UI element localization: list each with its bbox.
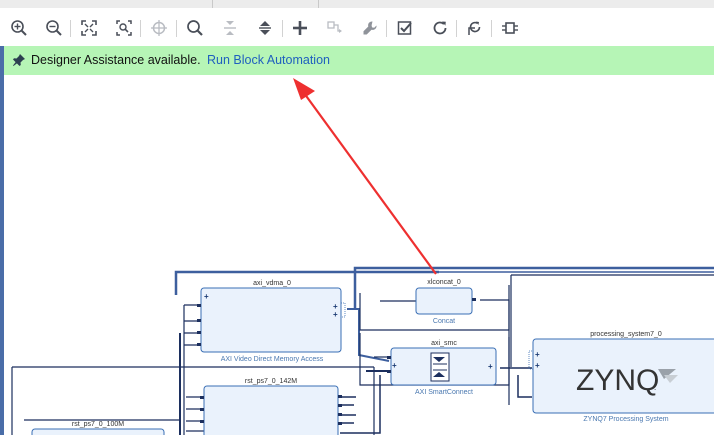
search-icon	[187, 20, 203, 36]
run-block-automation-link[interactable]: Run Block Automation	[207, 53, 330, 67]
refresh-icon	[433, 21, 447, 35]
vdma-block-title: axi_vdma_0	[253, 280, 291, 287]
document-tab-strip	[0, 0, 714, 8]
collapse-all-icon	[224, 21, 236, 35]
diagram-toolbar	[0, 8, 714, 47]
port	[338, 422, 342, 425]
regenerate-layout-button[interactable]	[464, 17, 486, 39]
block-diagram: axi_vdma_0 + + + AXI Video Direct Memory…	[11, 78, 714, 435]
make-connection-button[interactable]	[324, 17, 346, 39]
port	[528, 350, 534, 370]
add-ip-button[interactable]	[289, 17, 311, 39]
regenerate-layout-icon	[468, 21, 481, 35]
pin-marker: +	[204, 292, 209, 301]
toolbar-separator	[282, 20, 283, 37]
reset-142m-block[interactable]	[203, 385, 339, 435]
port	[340, 302, 346, 318]
port	[200, 408, 204, 411]
zoom-out-icon	[46, 20, 62, 36]
axi-vdma-block[interactable]	[200, 287, 342, 353]
toolbar-separator	[491, 20, 492, 37]
center-icon	[151, 20, 167, 36]
port	[197, 304, 201, 307]
pin-icon	[12, 53, 26, 72]
zoom-in-icon	[11, 20, 27, 36]
signal-wire	[186, 396, 204, 432]
pin-marker: +	[488, 362, 493, 371]
smc-block-title: axi_smc	[431, 340, 457, 347]
xlconcat-block-subtitle: Concat	[433, 318, 455, 325]
toolbar-separator	[456, 20, 457, 37]
port	[197, 343, 201, 346]
validate-design-button[interactable]	[394, 17, 416, 39]
port	[197, 319, 201, 322]
add-ip-icon	[293, 21, 307, 35]
signal-wire	[517, 375, 532, 398]
collapse-all-button[interactable]	[219, 17, 241, 39]
zoom-out-button[interactable]	[43, 17, 65, 39]
toolbar-separator	[70, 20, 71, 37]
wrench-icon	[363, 21, 377, 35]
banner-message: Designer Assistance available.	[31, 53, 201, 67]
expand-all-icon	[259, 21, 271, 35]
expand-all-button[interactable]	[254, 17, 276, 39]
zoom-in-button[interactable]	[8, 17, 30, 39]
signal-wire	[184, 304, 202, 346]
pin-marker: +	[392, 361, 397, 370]
svg-text:ZYNQ: ZYNQ	[576, 364, 659, 397]
port	[338, 413, 342, 416]
refresh-button[interactable]	[429, 17, 451, 39]
tab-divider	[212, 0, 213, 8]
ps7-block-title: processing_system7_0	[590, 331, 662, 338]
port	[338, 395, 342, 398]
port	[200, 420, 204, 423]
reset-100m-block[interactable]	[31, 428, 165, 435]
toolbar-separator	[386, 20, 387, 37]
pin-marker: +	[333, 310, 338, 319]
make-connection-icon	[327, 21, 342, 33]
smc-block-subtitle: AXI SmartConnect	[415, 389, 473, 396]
port	[338, 404, 342, 407]
validate-icon	[397, 21, 412, 35]
bus-interface-button[interactable]	[499, 17, 521, 39]
search-button[interactable]	[184, 17, 206, 39]
toolbar-separator	[140, 20, 141, 37]
xlconcat-block-title: xlconcat_0	[427, 279, 461, 286]
zoom-area-button[interactable]	[113, 17, 135, 39]
annotation-arrow	[293, 78, 437, 275]
toolbar-separator	[176, 20, 177, 37]
bus-wire	[353, 266, 714, 308]
zoom-fit-icon	[81, 20, 97, 36]
tab-divider	[318, 0, 319, 8]
block-design-canvas[interactable]: axi_vdma_0 + + + AXI Video Direct Memory…	[4, 75, 714, 435]
zoom-fit-button[interactable]	[78, 17, 100, 39]
ps7-block-subtitle: ZYNQ7 Processing System	[583, 416, 668, 423]
svg-text:.: .	[654, 383, 656, 392]
port	[197, 331, 201, 334]
vdma-block-subtitle: AXI Video Direct Memory Access	[221, 356, 324, 363]
pin-marker: +	[535, 350, 540, 359]
designer-assistance-banner: Designer Assistance available. Run Block…	[4, 46, 714, 75]
bus-icon	[502, 22, 518, 34]
wrench-button[interactable]	[359, 17, 381, 39]
rst142-block-title: rst_ps7_0_142M	[245, 378, 297, 385]
center-button[interactable]	[148, 17, 170, 39]
rst100-block-title: rst_ps7_0_100M	[72, 421, 124, 428]
port	[472, 298, 476, 301]
smartconnect-symbol	[430, 352, 450, 382]
xlconcat-block[interactable]	[415, 287, 473, 315]
bus-wire	[347, 308, 390, 362]
port	[387, 356, 391, 359]
pin-marker: +	[535, 361, 540, 370]
port	[200, 396, 204, 399]
port	[387, 370, 391, 373]
zoom-area-icon	[116, 20, 132, 36]
